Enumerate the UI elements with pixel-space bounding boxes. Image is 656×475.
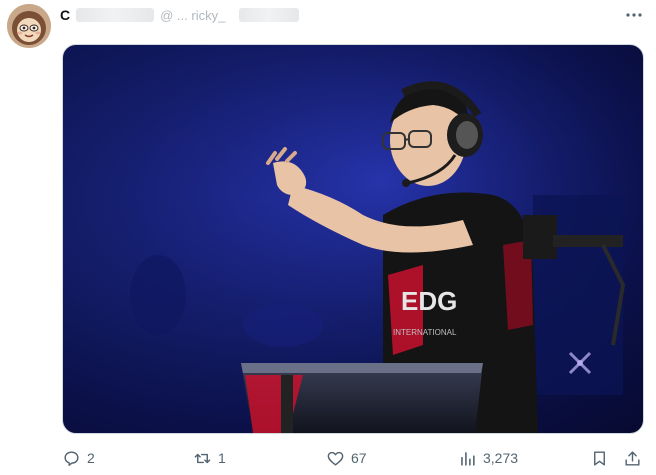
share-button[interactable] [623,447,642,469]
share-icon [625,450,640,466]
reply-count: 2 [87,450,95,466]
redacted-timestamp [239,8,300,22]
like-button[interactable]: 67 [326,447,367,469]
more-options-button[interactable] [624,6,644,24]
like-count: 67 [351,450,367,466]
tweet[interactable]: C @ ... ricky_ EDG INTERNATIONAL 2 1 67 … [0,0,656,475]
tweet-header: C @ ... ricky_ [60,5,616,25]
repost-button[interactable]: 1 [193,447,226,469]
jersey-text-primary: EDG [401,286,457,316]
author-handle[interactable]: @ ... ricky_ [160,8,225,23]
redacted-name [76,8,155,22]
avatar-image [7,4,51,48]
media-illustration: EDG INTERNATIONAL [63,45,643,433]
views-count: 3,273 [483,450,519,466]
tweet-action-bar: 2 1 67 3,273 [62,447,644,469]
reply-icon [64,450,79,466]
avatar[interactable] [7,4,51,48]
bookmark-button[interactable] [590,447,609,469]
bookmark-icon [594,450,605,466]
more-icon [626,13,642,17]
views-button[interactable]: 3,273 [458,447,518,469]
jersey-text-secondary: INTERNATIONAL [393,328,457,337]
like-icon [327,451,344,466]
author-name[interactable]: C [60,7,70,23]
repost-count: 1 [218,450,226,466]
repost-icon [194,453,211,463]
tweet-media-photo[interactable]: EDG INTERNATIONAL [62,44,644,434]
reply-button[interactable]: 2 [62,447,95,469]
views-icon [461,451,475,466]
